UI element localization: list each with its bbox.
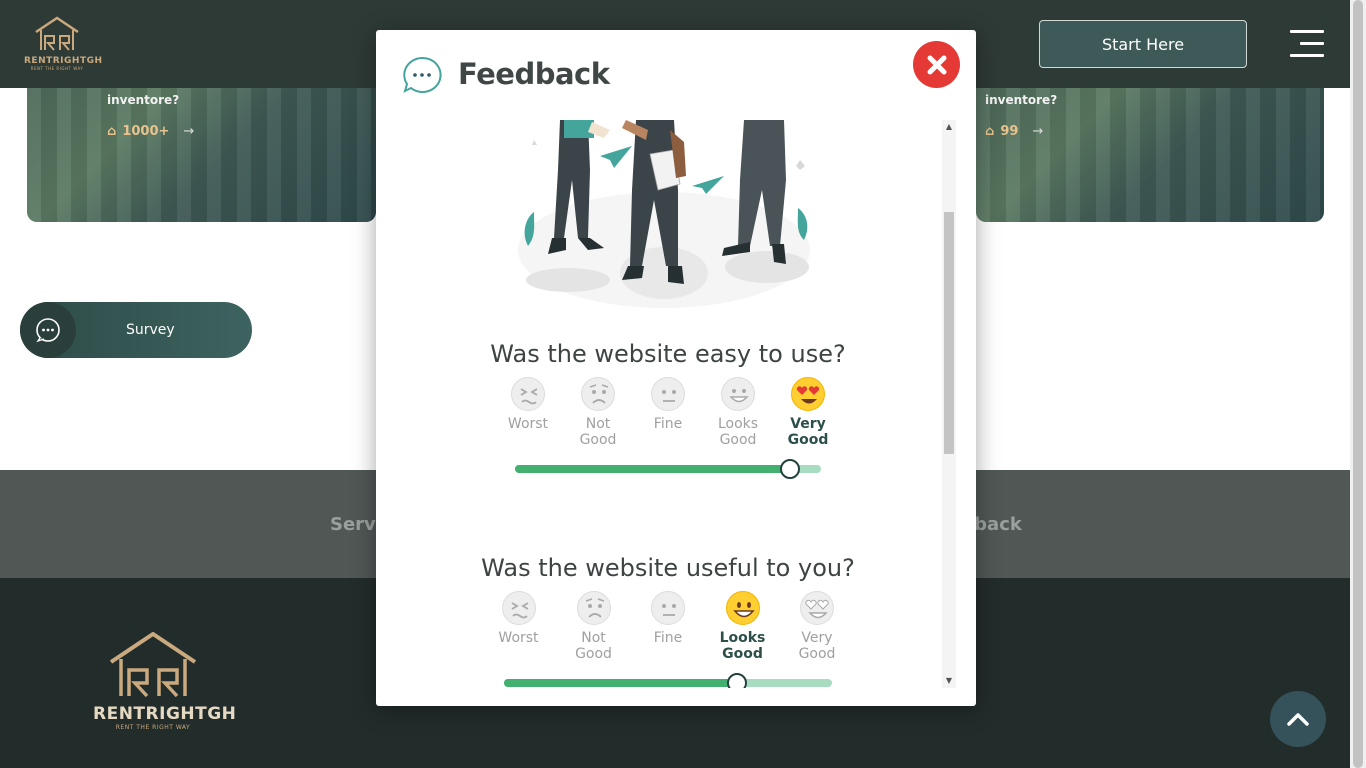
feedback-modal: Feedback Was the website easy to use? Wo…	[376, 30, 976, 706]
rating-worst[interactable]: Worst	[493, 377, 563, 448]
face-worst-icon	[511, 377, 545, 411]
question-1-text: Was the website easy to use?	[490, 340, 846, 368]
chat-bubble-icon	[403, 56, 442, 93]
face-sad-icon	[576, 591, 611, 625]
question-1-slider[interactable]	[515, 459, 821, 479]
modal-title: Feedback	[458, 57, 610, 91]
rating-worst[interactable]: Worst	[481, 591, 556, 662]
close-icon	[927, 55, 946, 74]
scroll-up-icon[interactable]: ▲	[942, 120, 956, 134]
feedback-illustration	[518, 120, 810, 308]
rating-looks-good[interactable]: Looks Good	[705, 591, 780, 662]
face-neutral-icon	[651, 591, 685, 625]
rating-fine[interactable]: Fine	[633, 377, 703, 448]
rating-not-good[interactable]: Not Good	[563, 377, 633, 448]
face-neutral-icon	[651, 377, 685, 411]
face-grin-icon	[721, 377, 755, 411]
face-sad-icon	[581, 377, 615, 411]
rating-not-good[interactable]: Not Good	[556, 591, 631, 662]
modal-scroll-thumb[interactable]	[944, 212, 954, 454]
close-button[interactable]	[913, 41, 960, 88]
rating-very-good[interactable]: Very Good	[780, 591, 854, 662]
modal-header: Feedback	[376, 30, 976, 120]
rating-looks-good[interactable]: Looks Good	[703, 377, 773, 448]
question-2-options: Worst Not Good Fine Looks Good Very Good	[481, 591, 854, 662]
slider-handle[interactable]	[726, 673, 747, 688]
page-scrollbar[interactable]	[1350, 0, 1366, 768]
question-1-options: Worst Not Good Fine Looks Good Very Good	[493, 377, 843, 448]
slider-handle[interactable]	[780, 459, 801, 479]
face-heart-eyes-icon	[791, 377, 825, 411]
face-grin-icon	[725, 591, 760, 625]
modal-scrollbar[interactable]: ▲ ▼	[942, 120, 956, 688]
face-heart-eyes-icon	[800, 591, 834, 625]
rating-fine[interactable]: Fine	[631, 591, 705, 662]
scroll-down-icon[interactable]: ▼	[942, 674, 956, 688]
face-worst-icon	[501, 591, 536, 625]
modal-body: Was the website easy to use? Worst Not Go…	[376, 120, 942, 688]
rating-very-good[interactable]: Very Good	[773, 377, 843, 448]
question-2-slider[interactable]	[504, 673, 832, 688]
question-2-text: Was the website useful to you?	[481, 554, 855, 582]
